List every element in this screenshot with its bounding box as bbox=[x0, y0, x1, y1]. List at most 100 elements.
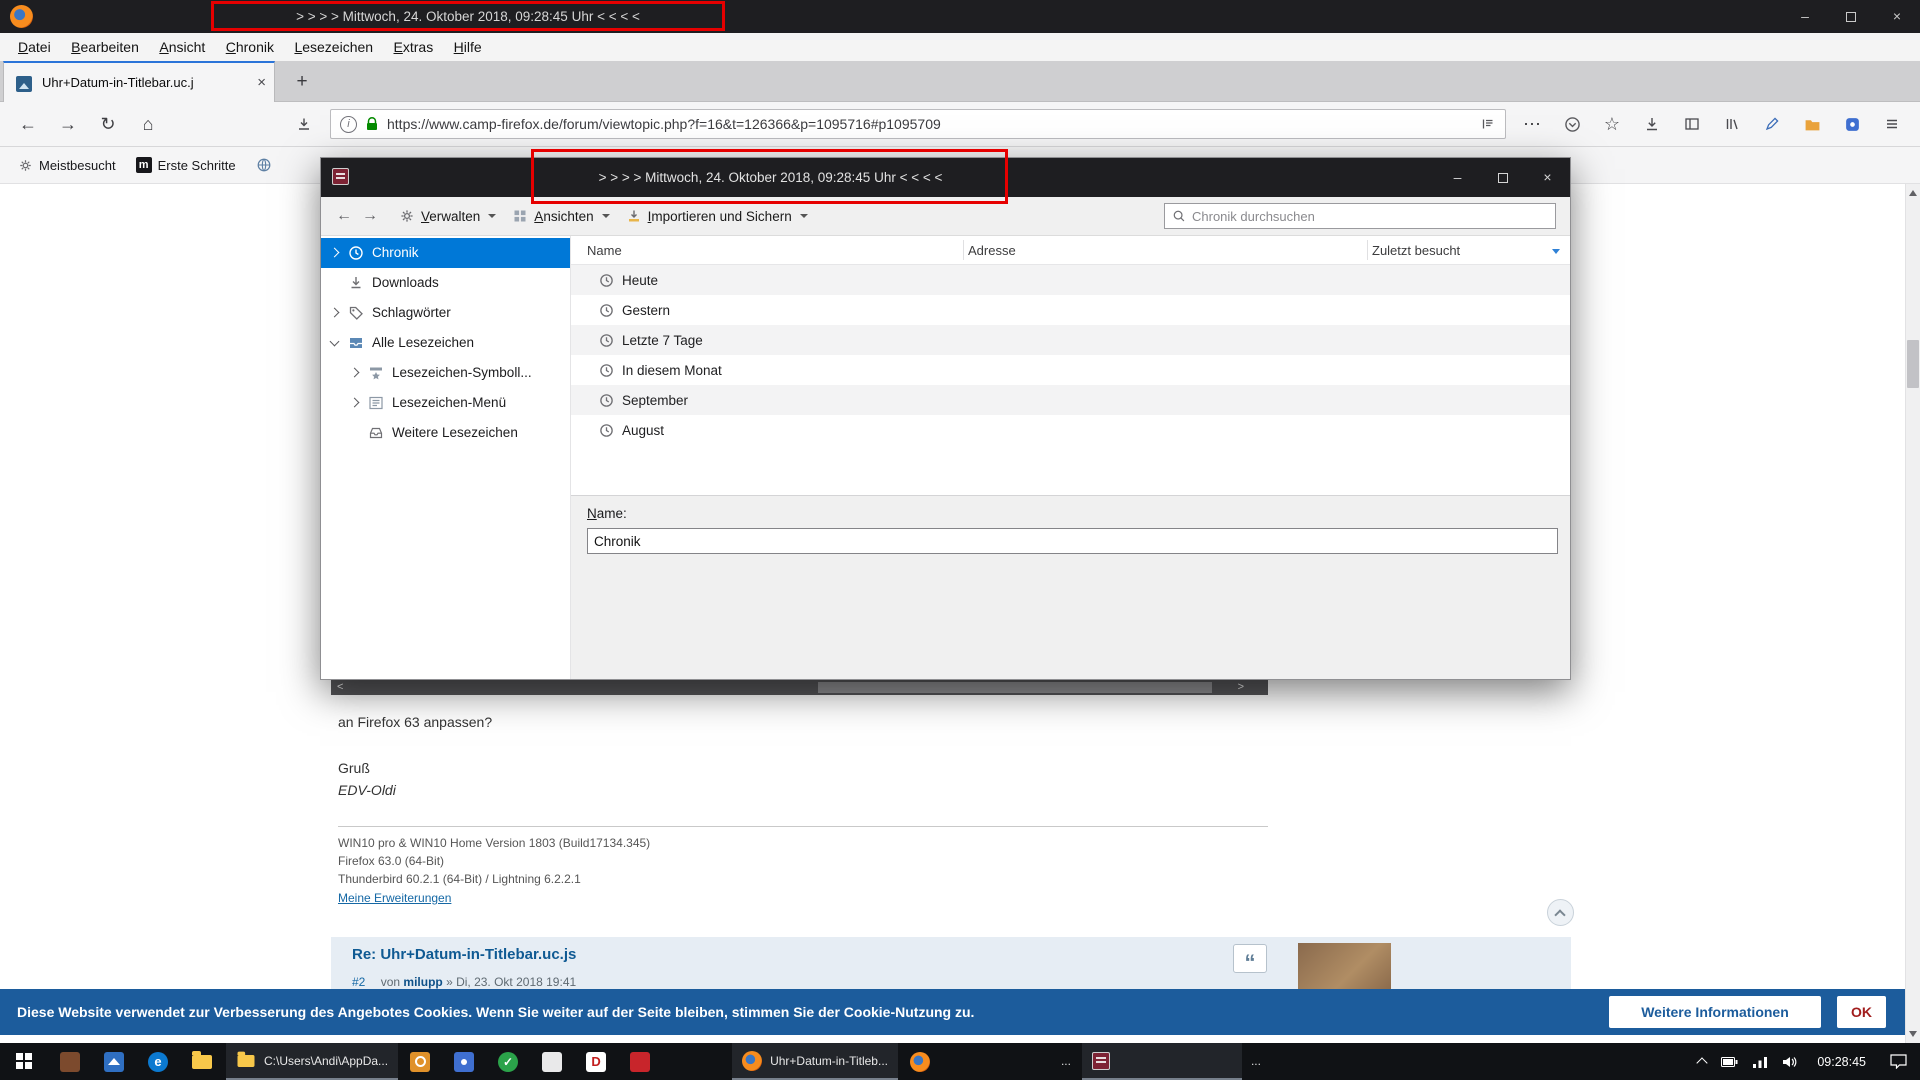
site-info-icon[interactable]: i bbox=[340, 116, 357, 133]
library-maximize-button[interactable] bbox=[1480, 158, 1525, 197]
library-forward-button[interactable]: → bbox=[357, 207, 383, 225]
expander-icon[interactable] bbox=[330, 248, 340, 258]
pocket-icon[interactable] bbox=[1552, 108, 1592, 140]
sidebar-item-chronik[interactable]: Chronik bbox=[321, 238, 570, 268]
maximize-button[interactable] bbox=[1828, 0, 1874, 33]
blue-app-icon[interactable] bbox=[442, 1043, 486, 1080]
library-minimize-button[interactable]: – bbox=[1435, 158, 1480, 197]
taskbar-library-window-button[interactable] bbox=[1082, 1043, 1242, 1080]
home-button[interactable]: ⌂ bbox=[128, 108, 168, 140]
library-icon[interactable] bbox=[1712, 108, 1752, 140]
history-row-august[interactable]: August bbox=[571, 415, 1570, 445]
cookie-more-info-button[interactable]: Weitere Informationen bbox=[1609, 996, 1821, 1028]
back-button[interactable]: ← bbox=[8, 108, 48, 140]
url-bar[interactable]: i https://www.camp-firefox.de/forum/view… bbox=[330, 109, 1506, 139]
file-explorer-icon[interactable] bbox=[180, 1043, 224, 1080]
sidebar-item-downloads[interactable]: Downloads bbox=[321, 268, 570, 298]
sidebar-item-weitere-lesezeichen[interactable]: Weitere Lesezeichen bbox=[321, 418, 570, 448]
expander-icon[interactable] bbox=[350, 398, 360, 408]
scrollbar-thumb[interactable] bbox=[818, 682, 1212, 693]
taskbar-explorer-window-button[interactable]: C:\Users\Andi\AppDa... bbox=[226, 1043, 398, 1080]
notification-center-icon[interactable] bbox=[1876, 1043, 1920, 1080]
expander-icon[interactable] bbox=[330, 308, 340, 318]
scroll-right-arrow[interactable]: > bbox=[1238, 681, 1244, 693]
library-close-button[interactable]: × bbox=[1525, 158, 1570, 197]
forward-button[interactable]: → bbox=[48, 108, 88, 140]
cookie-ok-button[interactable]: OK bbox=[1837, 996, 1886, 1028]
scroll-down-arrow[interactable] bbox=[1909, 1031, 1917, 1037]
history-row-september[interactable]: September bbox=[571, 385, 1570, 415]
library-back-button[interactable]: ← bbox=[331, 207, 357, 225]
expander-icon[interactable] bbox=[350, 368, 360, 378]
expander-icon[interactable] bbox=[330, 337, 340, 347]
key-icon[interactable] bbox=[398, 1043, 442, 1080]
close-button[interactable]: × bbox=[1874, 0, 1920, 33]
save-to-library-icon[interactable] bbox=[284, 108, 324, 140]
antivirus-check-icon[interactable]: ✓ bbox=[486, 1043, 530, 1080]
organize-menu-button[interactable]: Verwalten bbox=[399, 208, 496, 224]
menu-datei[interactable]: Datei bbox=[10, 33, 59, 61]
column-separator[interactable] bbox=[1367, 240, 1368, 260]
red-app-icon[interactable] bbox=[618, 1043, 662, 1080]
post-title-link[interactable]: Re: Uhr+Datum-in-Titlebar.uc.js bbox=[352, 946, 576, 963]
sidebar-item-schlagwoerter[interactable]: Schlagwörter bbox=[321, 298, 570, 328]
history-row-heute[interactable]: Heute bbox=[571, 265, 1570, 295]
sidebar-item-alle-lesezeichen[interactable]: Alle Lesezeichen bbox=[321, 328, 570, 358]
photos-icon[interactable] bbox=[92, 1043, 136, 1080]
sidebar-item-lesezeichen-symbolleiste[interactable]: Lesezeichen-Symboll... bbox=[321, 358, 570, 388]
bookmark-meistbesucht[interactable]: Meistbesucht bbox=[12, 158, 122, 173]
bookmark-globe[interactable] bbox=[250, 157, 278, 173]
signature-link[interactable]: Meine Erweiterungen bbox=[338, 891, 451, 905]
post-number-link[interactable]: #2 bbox=[352, 975, 365, 989]
network-icon[interactable] bbox=[1753, 1056, 1767, 1068]
pen-extension-icon[interactable] bbox=[1752, 108, 1792, 140]
blue-extension-icon[interactable] bbox=[1832, 108, 1872, 140]
import-backup-menu-button[interactable]: Importieren und Sichern bbox=[626, 208, 808, 224]
scroll-up-arrow[interactable] bbox=[1909, 190, 1917, 196]
quote-button[interactable]: “ bbox=[1233, 944, 1267, 973]
menu-extras[interactable]: Extras bbox=[386, 33, 442, 61]
taskbar-clock[interactable]: 09:28:45 bbox=[1807, 1043, 1876, 1080]
scroll-left-arrow[interactable]: < bbox=[337, 681, 343, 693]
column-header-adresse[interactable]: Adresse bbox=[968, 236, 1016, 265]
white-app-icon[interactable] bbox=[530, 1043, 574, 1080]
library-search-box[interactable] bbox=[1164, 203, 1556, 229]
sort-direction-icon[interactable] bbox=[1552, 249, 1560, 254]
firefox-icon-button[interactable] bbox=[898, 1043, 942, 1080]
battery-icon[interactable] bbox=[1721, 1057, 1738, 1067]
column-header-zuletzt-besucht[interactable]: Zuletzt besucht bbox=[1372, 236, 1460, 265]
tab-close-icon[interactable]: × bbox=[257, 63, 266, 102]
library-search-input[interactable] bbox=[1192, 209, 1548, 224]
pinned-app-brown-icon[interactable] bbox=[48, 1043, 92, 1080]
bookmark-star-icon[interactable]: ☆ bbox=[1592, 108, 1632, 140]
start-button[interactable] bbox=[0, 1043, 48, 1080]
taskbar-firefox-window-button[interactable]: Uhr+Datum-in-Titleb... bbox=[732, 1043, 898, 1080]
reload-button[interactable]: ↻ bbox=[88, 108, 128, 140]
new-tab-button[interactable]: + bbox=[286, 67, 318, 97]
column-header-name[interactable]: Name bbox=[587, 236, 622, 265]
menu-bearbeiten[interactable]: Bearbeiten bbox=[63, 33, 147, 61]
tray-chevron-up-icon[interactable] bbox=[1697, 1057, 1708, 1068]
detail-name-input[interactable] bbox=[587, 528, 1558, 554]
letter-d-icon[interactable]: D bbox=[574, 1043, 618, 1080]
back-to-top-button[interactable] bbox=[1547, 899, 1574, 926]
sidebar-item-lesezeichen-menue[interactable]: Lesezeichen-Menü bbox=[321, 388, 570, 418]
menu-hamburger-icon[interactable] bbox=[1872, 108, 1912, 140]
sidebar-toggle-icon[interactable] bbox=[1672, 108, 1712, 140]
menu-ansicht[interactable]: Ansicht bbox=[151, 33, 213, 61]
minimize-button[interactable]: – bbox=[1782, 0, 1828, 33]
menu-hilfe[interactable]: Hilfe bbox=[446, 33, 490, 61]
history-row-in-diesem-monat[interactable]: In diesem Monat bbox=[571, 355, 1570, 385]
scrollbar-thumb[interactable] bbox=[1907, 340, 1919, 388]
volume-icon[interactable] bbox=[1782, 1056, 1797, 1068]
column-separator[interactable] bbox=[963, 240, 964, 260]
bookmark-erste-schritte[interactable]: m Erste Schritte bbox=[130, 157, 242, 173]
edge-icon[interactable]: e bbox=[136, 1043, 180, 1080]
menu-chronik[interactable]: Chronik bbox=[218, 33, 282, 61]
tab-active[interactable]: Uhr+Datum-in-Titlebar.uc.j × bbox=[3, 61, 275, 102]
history-row-letzte-7-tage[interactable]: Letzte 7 Tage bbox=[571, 325, 1570, 355]
folder-extension-icon[interactable] bbox=[1792, 108, 1832, 140]
code-block-horizontal-scrollbar[interactable]: < > bbox=[331, 680, 1268, 695]
views-menu-button[interactable]: Ansichten bbox=[512, 208, 609, 224]
reader-mode-icon[interactable] bbox=[1480, 116, 1496, 132]
